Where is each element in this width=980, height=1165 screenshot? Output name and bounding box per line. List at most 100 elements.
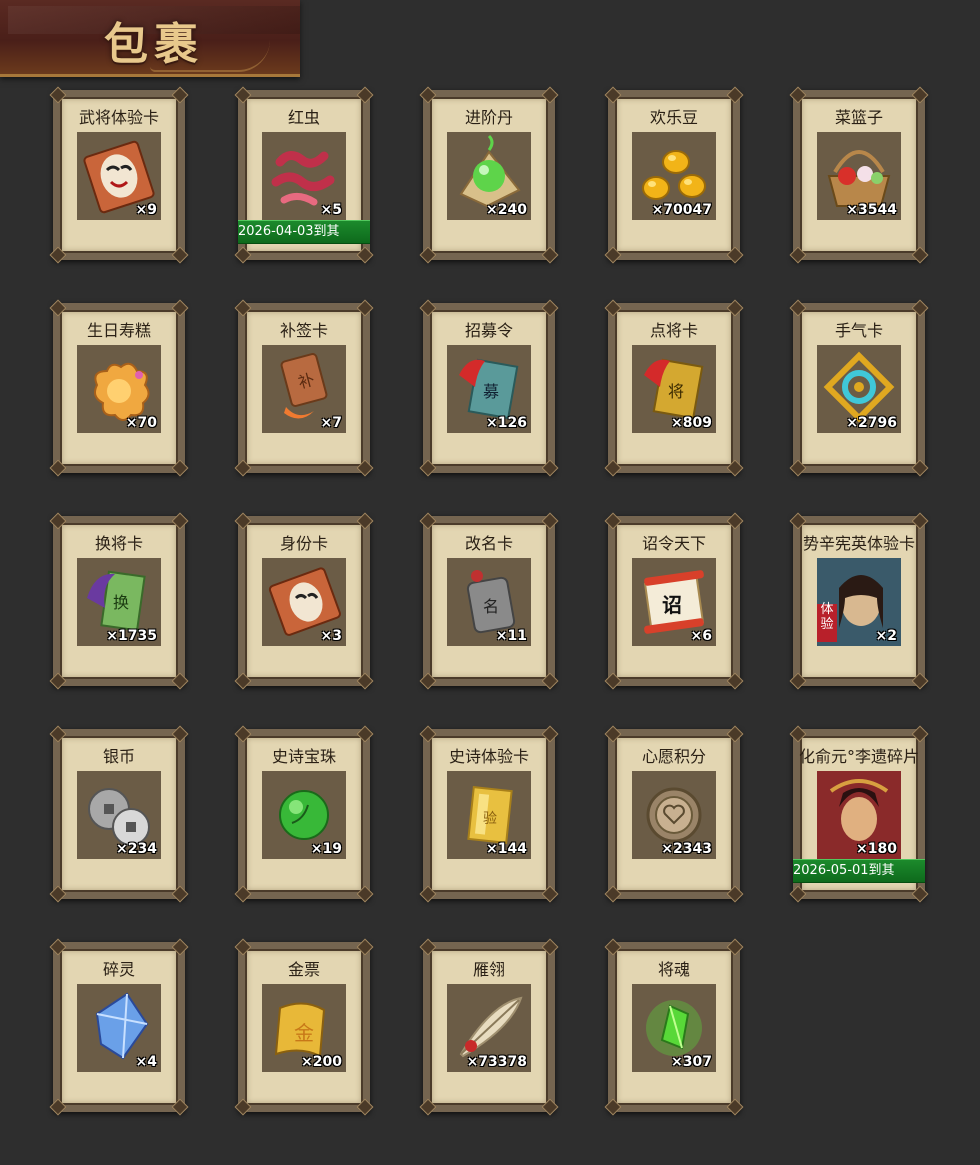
item-quantity: ×70 xyxy=(125,415,157,431)
card-corner-ornament xyxy=(234,885,252,903)
card-corner-ornament xyxy=(604,1098,622,1116)
card-corner-ornament xyxy=(419,938,437,956)
card-corner-ornament xyxy=(356,299,374,317)
rename-card-icon: 名 ×11 xyxy=(447,558,531,646)
vegetable-basket-icon: ×3544 xyxy=(817,132,901,220)
card-corner-ornament xyxy=(911,725,929,743)
card-corner-ornament xyxy=(726,299,744,317)
card-corner-ornament xyxy=(49,459,67,477)
item-quantity: ×73378 xyxy=(466,1054,527,1070)
inventory-item-card[interactable]: 银币 ×234 xyxy=(49,725,189,903)
item-name: 史诗体验卡 xyxy=(448,747,529,766)
card-corner-ornament xyxy=(789,672,807,690)
item-name: 化俞元°李遗碎片 xyxy=(798,747,919,766)
card-corner-ornament xyxy=(541,885,559,903)
card-corner-ornament xyxy=(234,672,252,690)
title-flourish xyxy=(150,40,270,72)
card-corner-ornament xyxy=(789,86,807,104)
inventory-item-card[interactable]: 碎灵 ×4 xyxy=(49,938,189,1116)
item-quantity: ×70047 xyxy=(651,202,712,218)
card-corner-ornament xyxy=(234,459,252,477)
inventory-item-card[interactable]: 雁翎 ×73378 xyxy=(419,938,559,1116)
inventory-item-card[interactable]: 生日寿糕 ×70 xyxy=(49,299,189,477)
card-corner-ornament xyxy=(49,512,67,530)
card-corner-ornament xyxy=(234,725,252,743)
inventory-item-card[interactable]: 点将卡将 ×809 xyxy=(604,299,744,477)
inventory-item-card[interactable]: 化俞元°李遗碎片 ×180 2026-05-01到其 xyxy=(789,725,929,903)
item-quantity: ×5 xyxy=(320,202,342,218)
card-corner-ornament xyxy=(726,86,744,104)
inventory-item-card[interactable]: 将魂 ×307 xyxy=(604,938,744,1116)
card-corner-ornament xyxy=(171,459,189,477)
inventory-item-card[interactable]: 势辛宪英体验卡体验 ×2 xyxy=(789,512,929,690)
opera-mask-card-icon: ×9 xyxy=(77,132,161,220)
silver-coins-icon: ×234 xyxy=(77,771,161,859)
card-corner-ornament xyxy=(541,938,559,956)
inventory-item-card[interactable]: 心愿积分 ×2343 xyxy=(604,725,744,903)
card-corner-ornament xyxy=(49,1098,67,1116)
inventory-item-card[interactable]: 手气卡 ×2796 xyxy=(789,299,929,477)
card-corner-ornament xyxy=(49,246,67,264)
inventory-item-card[interactable]: 进阶丹 ×240 xyxy=(419,86,559,264)
inventory-item-card[interactable]: 补签卡补 ×7 xyxy=(234,299,374,477)
card-corner-ornament xyxy=(171,938,189,956)
card-corner-ornament xyxy=(726,885,744,903)
inventory-item-card[interactable]: 金票金 ×200 xyxy=(234,938,374,1116)
luck-card-icon: ×2796 xyxy=(817,345,901,433)
item-quantity: ×180 xyxy=(856,841,897,857)
card-corner-ornament xyxy=(234,86,252,104)
item-quantity: ×3544 xyxy=(846,202,897,218)
item-quantity: ×3 xyxy=(320,628,342,644)
item-name: 换将卡 xyxy=(94,534,143,553)
item-name: 欢乐豆 xyxy=(649,108,698,127)
card-corner-ornament xyxy=(726,1098,744,1116)
card-corner-ornament xyxy=(171,1098,189,1116)
card-corner-ornament xyxy=(604,512,622,530)
card-corner-ornament xyxy=(789,512,807,530)
item-name: 金票 xyxy=(287,960,320,979)
item-quantity: ×200 xyxy=(301,1054,342,1070)
inventory-item-card[interactable]: 武将体验卡 ×9 xyxy=(49,86,189,264)
inventory-item-card[interactable]: 菜篮子 ×3544 xyxy=(789,86,929,264)
card-corner-ornament xyxy=(234,938,252,956)
inventory-item-card[interactable]: 换将卡换 ×1735 xyxy=(49,512,189,690)
card-corner-ornament xyxy=(356,512,374,530)
card-corner-ornament xyxy=(911,86,929,104)
general-soul-crystal-icon: ×307 xyxy=(632,984,716,1072)
card-corner-ornament xyxy=(49,86,67,104)
card-corner-ornament xyxy=(604,459,622,477)
inventory-item-card[interactable]: 诏令天下诏 ×6 xyxy=(604,512,744,690)
inventory-item-card[interactable]: 欢乐豆 ×70047 xyxy=(604,86,744,264)
card-corner-ornament xyxy=(726,938,744,956)
card-corner-ornament xyxy=(726,725,744,743)
card-corner-ornament xyxy=(604,885,622,903)
card-corner-ornament xyxy=(171,299,189,317)
hero-portrait-male-icon: ×180 xyxy=(817,771,901,859)
item-name: 点将卡 xyxy=(649,321,698,340)
card-corner-ornament xyxy=(356,1098,374,1116)
card-corner-ornament xyxy=(171,86,189,104)
item-quantity: ×234 xyxy=(116,841,157,857)
item-name: 势辛宪英体验卡 xyxy=(802,534,915,553)
inventory-item-card[interactable]: 史诗宝珠 ×19 xyxy=(234,725,374,903)
card-corner-ornament xyxy=(49,938,67,956)
card-corner-ornament xyxy=(789,299,807,317)
inventory-item-card[interactable]: 招募令募 ×126 xyxy=(419,299,559,477)
gold-ticket-icon: 金 ×200 xyxy=(262,984,346,1072)
card-corner-ornament xyxy=(356,672,374,690)
hero-portrait-female-icon: 体验 ×2 xyxy=(817,558,901,646)
inventory-item-card[interactable]: 史诗体验卡验 ×144 xyxy=(419,725,559,903)
inventory-item-card[interactable]: 红虫 ×5 2026-04-03到其 xyxy=(234,86,374,264)
inventory-item-card[interactable]: 身份卡 ×3 xyxy=(234,512,374,690)
card-corner-ornament xyxy=(234,246,252,264)
card-corner-ornament xyxy=(726,512,744,530)
item-name: 诏令天下 xyxy=(641,534,706,553)
card-corner-ornament xyxy=(541,299,559,317)
card-corner-ornament xyxy=(171,885,189,903)
card-corner-ornament xyxy=(419,672,437,690)
inventory-item-card[interactable]: 改名卡名 ×11 xyxy=(419,512,559,690)
trial-badge: 体验 xyxy=(820,602,834,632)
birthday-cake-icon: ×70 xyxy=(77,345,161,433)
card-corner-ornament xyxy=(541,1098,559,1116)
card-corner-ornament xyxy=(419,86,437,104)
